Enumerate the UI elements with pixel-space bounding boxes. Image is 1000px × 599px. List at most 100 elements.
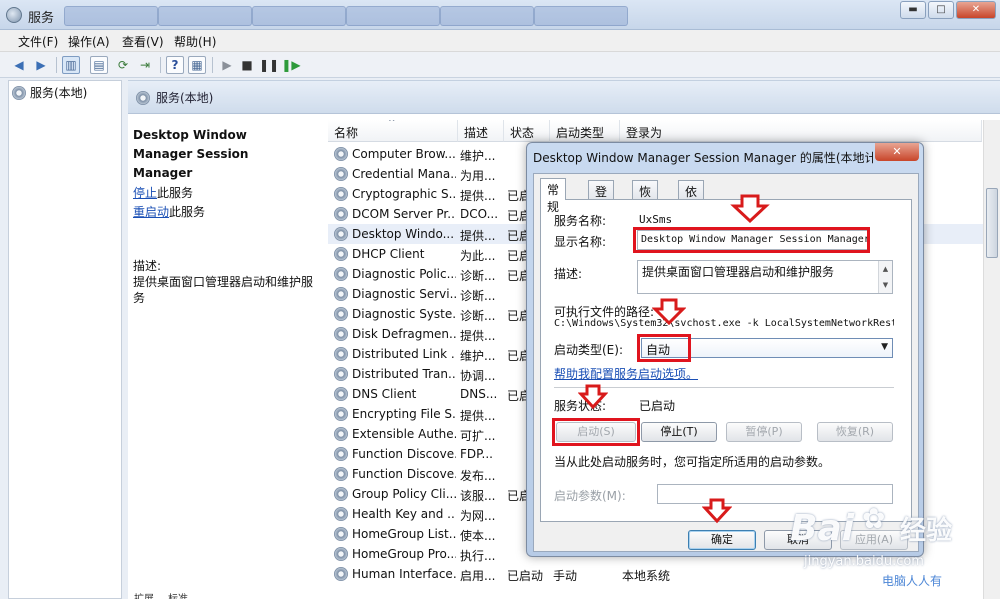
help-configure-link[interactable]: 帮助我配置服务启动选项。 [554, 365, 698, 382]
menu-action[interactable]: 操作(A) [68, 33, 110, 50]
dialog-title: Desktop Window Manager Session Manager 的… [533, 151, 873, 165]
service-name-cell: Credential Mana... [334, 167, 456, 181]
stop-button[interactable]: 停止(T) [641, 422, 717, 442]
vertical-scrollbar[interactable] [983, 120, 1000, 599]
help-icon[interactable]: ? [166, 56, 184, 74]
service-properties-dialog: Desktop Window Manager Session Manager 的… [526, 142, 924, 557]
tab-logon[interactable]: 登录 [588, 180, 615, 216]
service-desc-cell: 维护... [460, 149, 496, 163]
dialog-close-button[interactable]: ✕ [875, 143, 919, 161]
gear-icon [334, 247, 348, 261]
refresh-icon[interactable]: ⟳ [114, 56, 132, 74]
service-name-cell: Desktop Windo... [334, 227, 456, 241]
description-text: 提供桌面窗口管理器启动和维护服务 [133, 275, 314, 305]
main-header: 服务(本地) [128, 80, 1000, 114]
tab-extended[interactable]: 扩展 [134, 590, 154, 599]
gear-icon [334, 427, 348, 441]
toolbar-separator [160, 57, 161, 73]
restart-service-icon[interactable]: ❚▶ [281, 56, 300, 74]
pause-button[interactable]: 暂停(P) [726, 422, 802, 442]
gear-icon [334, 387, 348, 401]
restart-service-link[interactable]: 重启动 [133, 205, 169, 219]
tab-dependencies[interactable]: 依存关系 [678, 180, 705, 250]
tab-general[interactable]: 常规 [540, 178, 567, 214]
service-name-text: Diagnostic Syste... [352, 307, 456, 321]
maximize-button[interactable]: □ [928, 1, 954, 19]
forward-arrow-icon[interactable]: ▶ [32, 56, 50, 74]
annotation-arrow-icon [702, 498, 732, 524]
description-field[interactable]: 提供桌面窗口管理器启动和维护服务 ▲ ▼ [637, 260, 893, 294]
column-header-logon-as[interactable]: 登录为 [620, 120, 982, 142]
column-header-startup-type[interactable]: 启动类型 [550, 120, 620, 142]
window-titlebar[interactable]: 服务 ▬ □ ✕ [0, 0, 1000, 30]
show-console-tree-icon[interactable]: ▥ [62, 56, 80, 74]
dialog-body: 常规 登录 恢复 依存关系 服务名称: UxSms 显示名称: Desktop … [533, 173, 919, 552]
stop-service-icon[interactable]: ■ [238, 56, 256, 74]
chevron-down-icon: ▼ [881, 342, 888, 352]
pause-service-icon[interactable]: ❚❚ [259, 56, 279, 74]
ok-button[interactable]: 确定 [688, 530, 756, 550]
column-header-status[interactable]: 状态 [504, 120, 550, 142]
view-tabs: 扩展 标准 [128, 590, 228, 599]
tab-recovery[interactable]: 恢复 [632, 180, 659, 216]
service-name-text: HomeGroup List... [352, 527, 456, 541]
service-desc-cell: 维护... [460, 349, 496, 363]
general-panel: 服务名称: UxSms 显示名称: Desktop Window Manager… [540, 199, 912, 522]
service-desc-cell: 可扩... [460, 429, 496, 443]
view-icon[interactable]: ▦ [188, 56, 206, 74]
service-desc-cell: 启用... [460, 569, 496, 583]
description-scrollbar[interactable]: ▲ ▼ [878, 261, 892, 293]
service-name-text: Distributed Tran... [352, 367, 456, 381]
service-name-cell: Distributed Tran... [334, 367, 456, 381]
table-row[interactable]: Human Interface... 启用... 已启动 手动 本地系统 [328, 564, 1000, 584]
main-header-title: 服务(本地) [156, 91, 214, 105]
start-parameters-input[interactable] [657, 484, 893, 504]
service-name-text: Diagnostic Polic... [352, 267, 456, 281]
menu-bar: 文件(F) 操作(A) 查看(V) 帮助(H) [0, 30, 1000, 52]
service-desc-cell: 为此... [460, 249, 496, 263]
service-name-cell: HomeGroup Pro... [334, 547, 456, 561]
service-desc-cell: 为网... [460, 509, 496, 523]
column-header-description[interactable]: 描述 [458, 120, 504, 142]
annotation-arrow-icon [730, 194, 770, 224]
cancel-button[interactable]: 取消 [764, 530, 832, 550]
background-taskbar-ghost [534, 6, 628, 26]
service-desc-cell: 为用... [460, 169, 496, 183]
tree-item-label: 服务(本地) [30, 86, 88, 100]
start-parameters-label: 启动参数(M): [554, 489, 626, 503]
service-name-text: Extensible Authe... [352, 427, 456, 441]
stop-service-link[interactable]: 停止 [133, 186, 157, 200]
gear-icon [334, 347, 348, 361]
minimize-button[interactable]: ▬ [900, 1, 926, 19]
startup-type-label: 启动类型(E): [554, 343, 623, 357]
gear-icon [12, 85, 26, 100]
tab-standard[interactable]: 标准 [168, 590, 188, 599]
menu-file[interactable]: 文件(F) [18, 33, 58, 50]
service-desc-cell: 提供... [460, 409, 496, 423]
export-list-icon[interactable]: ⇥ [136, 56, 154, 74]
background-taskbar-ghost [252, 6, 346, 26]
service-desc-cell: 该服... [460, 489, 496, 503]
scrollbar-thumb[interactable] [986, 188, 998, 258]
resume-button[interactable]: 恢复(R) [817, 422, 893, 442]
service-name-cell: Function Discove... [334, 467, 456, 481]
column-header-name[interactable]: 名称 ^ [328, 120, 458, 142]
properties-sheet-icon[interactable]: ▤ [90, 56, 108, 74]
service-name-text: Credential Mana... [352, 167, 456, 181]
description-label: 描述: [133, 259, 162, 273]
service-name-cell: Distributed Link ... [334, 347, 456, 361]
apply-button[interactable]: 应用(A) [840, 530, 908, 550]
gear-icon [334, 267, 348, 281]
start-service-icon[interactable]: ▶ [218, 56, 236, 74]
tree-item-services-local[interactable]: 服务(本地) [12, 84, 87, 101]
search-icon [136, 90, 150, 105]
gear-icon [334, 447, 348, 461]
back-arrow-icon[interactable]: ◀ [10, 56, 28, 74]
service-name-text: Computer Brow... [352, 147, 456, 161]
menu-view[interactable]: 查看(V) [122, 33, 164, 50]
close-button[interactable]: ✕ [956, 1, 996, 19]
window-title: 服务 [28, 11, 55, 26]
menu-help[interactable]: 帮助(H) [174, 33, 216, 50]
toolbar: ◀ ▶ ▥ ▤ ⟳ ⇥ ? ▦ ▶ ■ ❚❚ ❚▶ [0, 52, 1000, 78]
service-name-cell: Computer Brow... [334, 147, 456, 161]
